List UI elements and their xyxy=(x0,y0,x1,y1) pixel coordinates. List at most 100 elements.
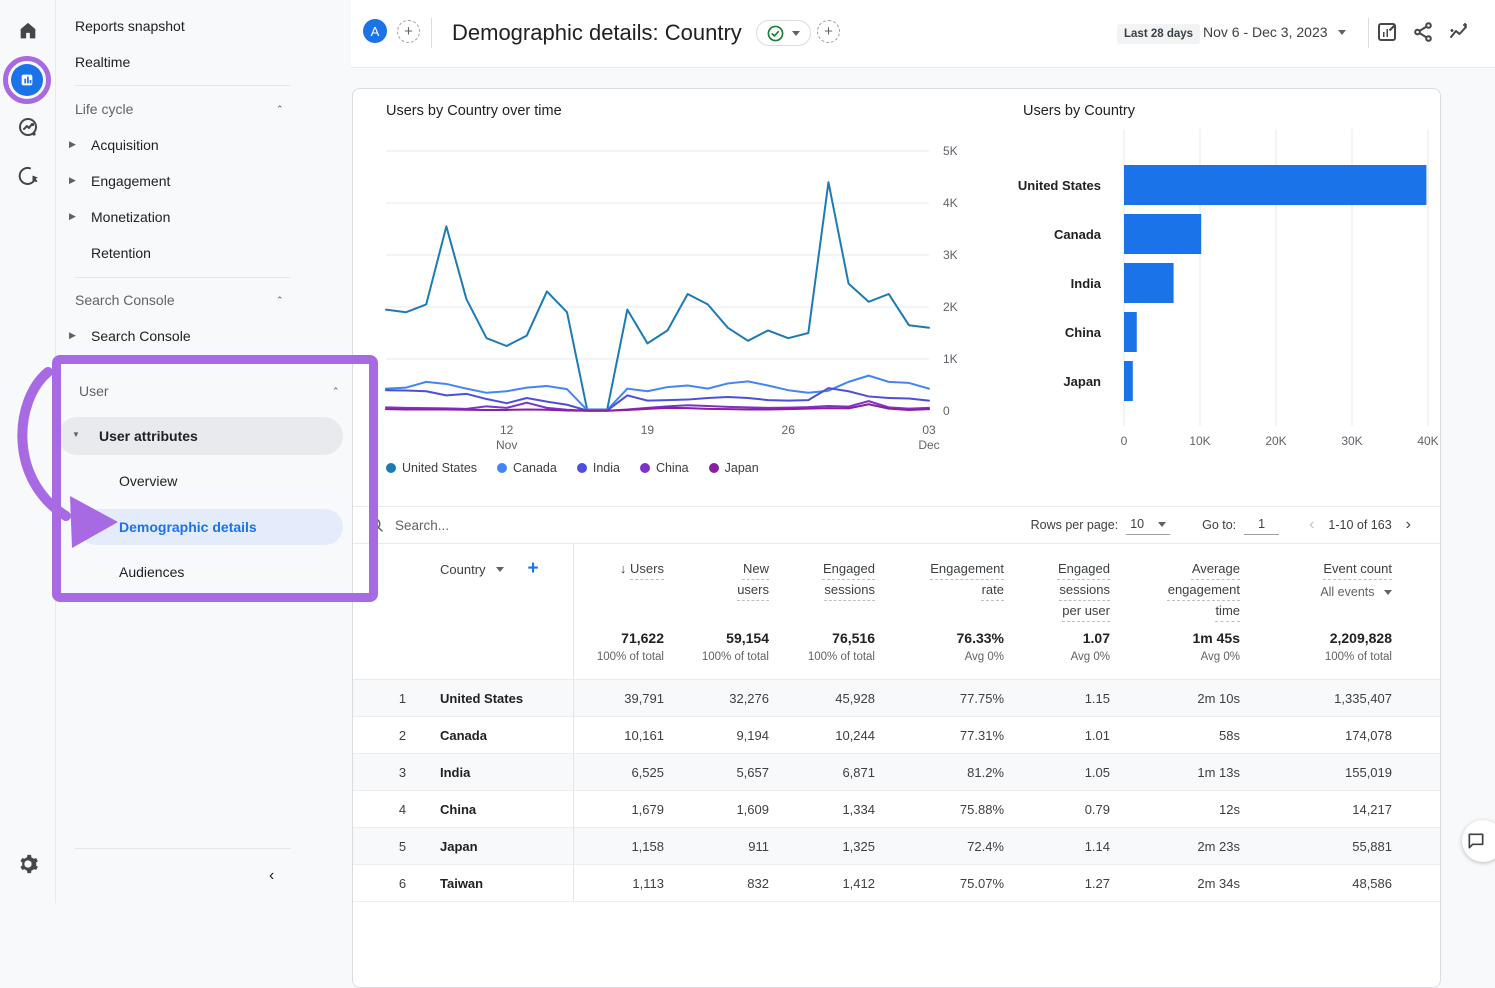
totals-cell: 59,154100% of total xyxy=(664,630,769,680)
row-country: China xyxy=(426,791,573,828)
sidebar-section-life-cycle[interactable]: Life cycle xyxy=(75,91,133,127)
customize-report-icon[interactable] xyxy=(1375,20,1399,44)
column-header[interactable]: Engagement rate xyxy=(875,544,1004,630)
row-metric-cell: 1m 13s xyxy=(1110,754,1240,791)
expand-arrow-icon[interactable]: ▶ xyxy=(69,139,76,150)
collapse-chevron-icon[interactable]: ⌃ xyxy=(332,386,340,397)
legend-item[interactable]: Japan xyxy=(709,461,759,475)
collapse-sidebar-icon[interactable]: ‹ xyxy=(269,858,274,894)
row-metric-cell: 1,325 xyxy=(769,828,875,865)
advertising-icon[interactable] xyxy=(13,161,43,191)
check-circle-icon xyxy=(767,25,784,42)
legend-item[interactable]: India xyxy=(577,461,620,475)
date-range-picker[interactable]: Nov 6 - Dec 3, 2023 xyxy=(1203,24,1346,40)
collapse-chevron-icon[interactable]: ⌃ xyxy=(276,295,284,306)
row-rank: 3 xyxy=(353,754,426,791)
legend-item[interactable]: United States xyxy=(386,461,477,475)
legend-dot xyxy=(640,463,650,473)
table-row: 6Taiwan1,1138321,41275.07%1.272m 34s48,5… xyxy=(353,865,1441,902)
column-header[interactable]: New users xyxy=(664,544,769,630)
collapse-arrow-icon[interactable]: ▼ xyxy=(72,430,80,439)
dimension-select[interactable]: Country+ xyxy=(426,558,573,580)
sidebar-section-search-console[interactable]: Search Console xyxy=(75,282,175,318)
svg-text:2K: 2K xyxy=(943,300,958,314)
row-metric-cell: 911 xyxy=(664,828,769,865)
svg-text:12: 12 xyxy=(500,423,514,437)
row-metric-cell: 1.01 xyxy=(1004,717,1110,754)
row-rank: 4 xyxy=(353,791,426,828)
legend-label: China xyxy=(656,461,689,475)
row-country: Japan xyxy=(426,828,573,865)
avatar[interactable]: A xyxy=(363,19,387,43)
row-metric-cell: 32,276 xyxy=(664,680,769,717)
legend-dot xyxy=(577,463,587,473)
row-metric-cell: 1,679 xyxy=(573,791,664,828)
prev-page-icon[interactable]: ‹ xyxy=(1303,516,1320,534)
legend-item[interactable]: Canada xyxy=(497,461,557,475)
row-metric-cell: 10,161 xyxy=(573,717,664,754)
explore-icon[interactable] xyxy=(13,113,43,143)
row-country: United States xyxy=(426,680,573,717)
legend-item[interactable]: China xyxy=(640,461,689,475)
sidebar-item-overview[interactable]: Overview xyxy=(119,463,177,499)
next-page-icon[interactable]: › xyxy=(1400,516,1417,534)
totals-cell: 1m 45sAvg 0% xyxy=(1110,630,1240,680)
column-header[interactable]: ↓ Users xyxy=(573,544,664,630)
sidebar-item-search-console[interactable]: Search Console xyxy=(91,318,191,354)
sidebar-section-user[interactable]: User xyxy=(79,373,109,409)
date-preset-badge: Last 28 days xyxy=(1117,24,1200,44)
reports-icon[interactable] xyxy=(11,64,43,96)
rows-per-page-select[interactable]: 10 xyxy=(1126,515,1170,535)
sidebar-item-demographic-details[interactable]: Demographic details xyxy=(119,509,257,545)
column-header[interactable]: Engaged sessions per user xyxy=(1004,544,1110,630)
totals-cell: 2,209,828100% of total xyxy=(1240,630,1392,680)
column-header[interactable]: Engaged sessions xyxy=(769,544,875,630)
chevron-down-icon xyxy=(1158,522,1166,527)
sidebar-item-engagement[interactable]: Engagement xyxy=(91,163,170,199)
sidebar-item-acquisition[interactable]: Acquisition xyxy=(91,127,159,163)
sidebar-item-realtime[interactable]: Realtime xyxy=(75,44,130,80)
column-subfilter[interactable]: All events xyxy=(1240,585,1392,599)
sidebar-item-user-attributes[interactable]: User attributes xyxy=(99,418,198,454)
add-comparison-icon[interactable]: + xyxy=(397,20,420,43)
home-icon[interactable] xyxy=(13,16,43,46)
insights-icon[interactable] xyxy=(1447,20,1471,44)
svg-text:4K: 4K xyxy=(943,196,958,210)
expand-arrow-icon[interactable]: ▶ xyxy=(69,330,76,341)
svg-text:5K: 5K xyxy=(943,144,958,158)
row-metric-cell: 75.88% xyxy=(875,791,1004,828)
goto-label: Go to: xyxy=(1202,518,1236,532)
add-report-icon[interactable]: + xyxy=(817,20,840,43)
column-header[interactable]: Average engagement time xyxy=(1110,544,1240,630)
legend-dot xyxy=(709,463,719,473)
row-metric-cell: 2m 23s xyxy=(1110,828,1240,865)
collapse-chevron-icon[interactable]: ⌃ xyxy=(276,104,284,115)
report-status-pill[interactable] xyxy=(756,20,811,46)
settings-gear-icon[interactable] xyxy=(13,849,43,879)
sidebar-item-monetization[interactable]: Monetization xyxy=(91,199,170,235)
search-input[interactable] xyxy=(395,518,695,533)
svg-text:Canada: Canada xyxy=(1054,227,1102,242)
table-row: 1United States39,79132,27645,92877.75%1.… xyxy=(353,680,1441,717)
svg-text:Dec: Dec xyxy=(918,438,939,452)
sidebar-divider xyxy=(75,848,291,849)
add-dimension-icon[interactable]: + xyxy=(528,558,539,580)
column-header[interactable]: Event countAll events xyxy=(1240,544,1392,630)
sidebar-item-reports-snapshot[interactable]: Reports snapshot xyxy=(75,8,185,44)
row-metric-cell: 1.14 xyxy=(1004,828,1110,865)
share-icon[interactable] xyxy=(1411,20,1435,44)
goto-page-input[interactable]: 1 xyxy=(1244,515,1279,535)
sidebar-item-retention[interactable]: Retention xyxy=(91,235,151,271)
row-metric-cell: 832 xyxy=(664,865,769,902)
divider xyxy=(1368,18,1369,48)
expand-arrow-icon[interactable]: ▶ xyxy=(69,175,76,186)
svg-text:1K: 1K xyxy=(943,352,958,366)
legend-label: India xyxy=(593,461,620,475)
sidebar-item-audiences[interactable]: Audiences xyxy=(119,554,184,590)
totals-row: 71,622100% of total59,154100% of total76… xyxy=(353,630,1441,680)
row-metric-cell: 0.79 xyxy=(1004,791,1110,828)
chevron-down-icon xyxy=(792,31,800,36)
legend-label: Japan xyxy=(725,461,759,475)
expand-arrow-icon[interactable]: ▶ xyxy=(69,211,76,222)
svg-text:40K: 40K xyxy=(1417,434,1438,448)
